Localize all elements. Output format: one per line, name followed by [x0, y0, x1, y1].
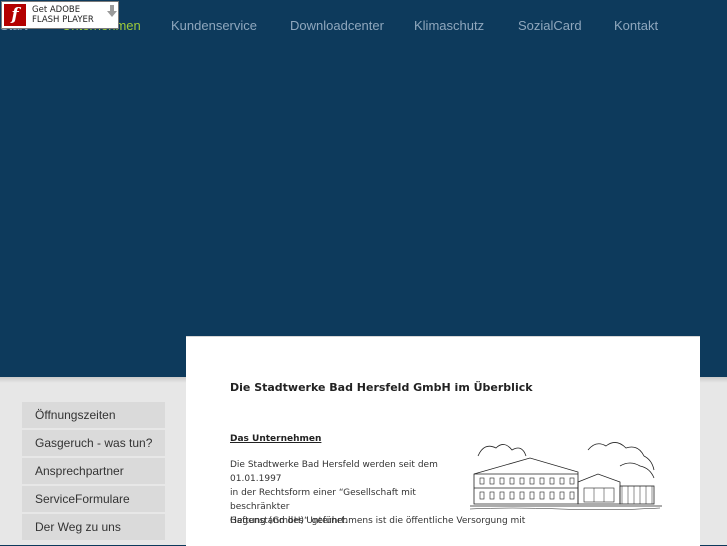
flash-badge-line1: Get ADOBE [32, 5, 81, 15]
sidebar-menu: Öffnungszeiten Gasgeruch - was tun? Ansp… [22, 402, 165, 542]
nav-kundenservice[interactable]: Kundenservice [171, 18, 257, 33]
intro-line-1: Die Stadtwerke Bad Hersfeld werden seit … [230, 460, 438, 484]
sidebar-item-gasgeruch[interactable]: Gasgeruch - was tun? [22, 430, 165, 456]
sidebar-item-weg-zu-uns[interactable]: Der Weg zu uns [22, 514, 165, 540]
sidebar-item-ansprechpartner[interactable]: Ansprechpartner [22, 458, 165, 484]
download-arrow-icon [107, 5, 117, 17]
flash-badge-text: Get ADOBE FLASH PLAYER [32, 5, 94, 25]
sidebar-item-serviceformulare[interactable]: ServiceFormulare [22, 486, 165, 512]
page-title: Die Stadtwerke Bad Hersfeld GmbH im Über… [230, 381, 533, 394]
section-title: Das Unternehmen [230, 434, 322, 444]
sidebar-item-oeffnungszeiten[interactable]: Öffnungszeiten [22, 402, 165, 428]
flash-logo-icon: f [4, 4, 26, 26]
nav-kontakt[interactable]: Kontakt [614, 18, 658, 33]
nav-sozialcard[interactable]: SozialCard [518, 18, 582, 33]
nav-klimaschutz[interactable]: Klimaschutz [414, 18, 484, 33]
nav-downloadcenter[interactable]: Downloadcenter [290, 18, 384, 33]
get-flash-player-badge[interactable]: f Get ADOBE FLASH PLAYER [1, 1, 119, 29]
flash-badge-line2: FLASH PLAYER [32, 15, 94, 25]
building-sketch-illustration [470, 442, 662, 511]
intro-line-2: in der Rechtsform einer “Gesellschaft mi… [230, 488, 416, 512]
purpose-paragraph: Gegenstand des Unternehmens ist die öffe… [230, 516, 526, 526]
